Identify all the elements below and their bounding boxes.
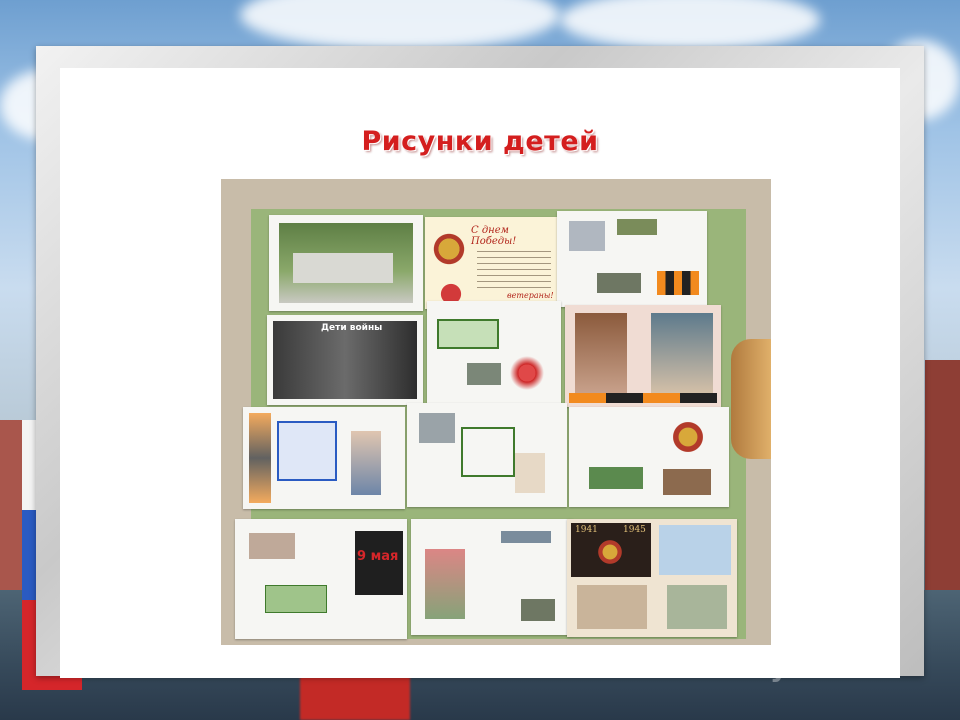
background-red-shape [300,672,410,720]
greeting-card: С днем Победы! ветераны! [425,217,557,309]
collage-photo: С днем Победы! ветераны! Дети войны 9 ма… [221,179,771,645]
photo-sheet-kids [565,305,721,407]
year-start: 1941 [575,525,598,535]
photo-sheet-memorial [269,215,423,311]
slide-title: Рисунки детей [361,126,599,157]
badge-nine-may: 9 мая [357,549,399,564]
drawing-victory-order [569,407,729,507]
order-star-icon [665,417,711,457]
drawing-tanks-top [557,211,707,307]
drawing-soldiers [407,403,567,507]
drawing-planes [411,519,573,635]
card-footer: ветераны! [507,291,554,300]
drawing-tank-green [427,301,561,403]
chair-edge [731,339,771,459]
photo-sheet-war-children: Дети войны [267,315,423,405]
drawing-1941-1945: 1941 1945 [567,519,737,637]
war-children-caption: Дети войны [321,323,383,333]
watermark: MyShared [742,650,900,683]
order-star-icon [593,535,627,569]
drawing-nine-may [243,407,405,509]
year-end: 1945 [623,525,646,535]
drawing-katyusha: 9 мая [235,519,407,639]
card-header: С днем Победы! [471,225,517,247]
order-star-icon [429,227,469,271]
